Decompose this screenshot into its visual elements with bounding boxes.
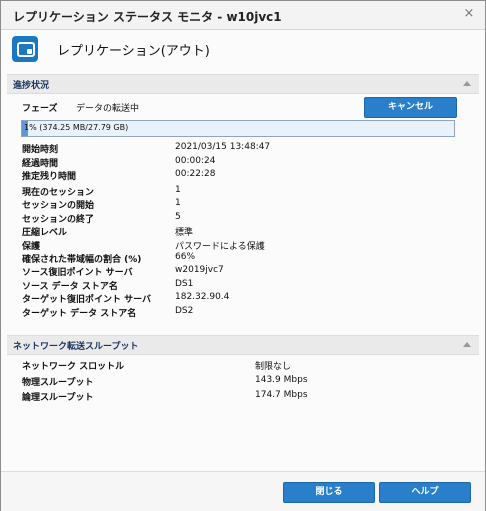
throughput-section-title: ネットワーク転送スループット [13,342,139,352]
replication-monitor-dialog: レプリケーション ステータス モニタ - w10jvc1 × レプリケーション(… [0,0,486,511]
info-value: 174.7 Mbps [255,390,308,400]
phase-label: フェーズ [22,104,58,114]
info-value: DS2 [175,305,194,316]
info-value: 66% [175,252,196,262]
info-value: 182.32.90.4 [175,292,230,303]
info-value: w2019jvc7 [175,265,224,276]
dialog-footer: 閉じる ヘルプ [1,471,485,511]
info-value: DS1 [175,278,194,289]
throughput-section-header[interactable]: ネットワーク転送スループット [7,335,479,355]
cancel-button[interactable]: キャンセル [364,97,457,118]
close-icon[interactable]: × [461,6,477,22]
info-value: 143.9 Mbps [255,374,308,385]
info-label: 物理スループット [22,377,94,388]
progress-section-title: 進捗状況 [13,81,50,91]
progress-section-header[interactable]: 進捗状況 [7,74,479,94]
info-label: 経過時間 [22,158,59,169]
info-value: 2021/03/15 13:48:47 [175,142,271,152]
info-label: 保護 [22,241,41,252]
info-label: 論理スループット [22,393,94,403]
progress-text: 1% (374.25 MB/27.79 GB) [24,123,129,132]
info-value: 1 [175,198,181,209]
title-bar: レプリケーション ステータス モニタ - w10jvc1 × [1,1,485,30]
collapse-arrow-icon[interactable] [463,81,471,86]
info-value: 00:00:24 [175,155,216,166]
collapse-arrow-icon[interactable] [463,342,471,347]
info-label: 開始時刻 [22,145,59,155]
info-label: ネットワーク スロットル [22,362,125,372]
info-label: 推定残り時間 [22,172,77,182]
info-label: ターゲット復旧ポイント サーバ [22,295,152,306]
info-value: パスワードによる保護 [175,241,265,252]
phase-value: データの転送中 [76,104,140,114]
info-value: 00:22:28 [175,169,216,179]
dialog-heading: レプリケーション(アウト) [57,44,210,59]
info-label: ターゲット データ ストア名 [22,308,137,319]
help-button[interactable]: ヘルプ [379,482,471,503]
progress-bar: 1% (374.25 MB/27.79 GB) [21,120,455,137]
info-label: ソース データ ストア名 [22,281,118,292]
info-label: セッションの終了 [22,214,95,225]
dialog-header: レプリケーション(アウト) [1,30,485,70]
info-label: 現在のセッション [22,188,95,198]
info-value: 5 [175,211,181,222]
replication-icon [12,36,38,62]
info-value: 制限なし [255,362,292,372]
info-label: セッションの開始 [22,201,95,212]
info-value: 標準 [175,228,194,239]
info-label: 圧縮レベル [22,228,68,239]
window-title: レプリケーション ステータス モニタ - w10jvc1 [13,10,282,24]
info-label: 確保された帯域幅の割合 (%) [22,255,142,265]
info-value: 1 [175,185,181,195]
close-button[interactable]: 閉じる [283,482,375,503]
info-label: ソース復旧ポイント サーバ [22,268,133,279]
